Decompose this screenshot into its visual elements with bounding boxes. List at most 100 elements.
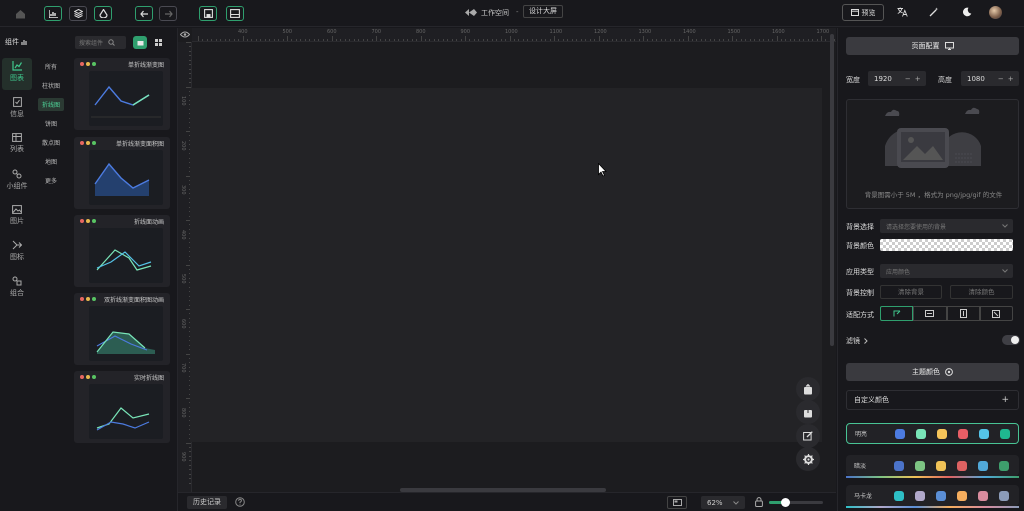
card-view-toggle[interactable] (133, 36, 147, 49)
avatar[interactable] (989, 6, 1002, 19)
filter-switch[interactable] (1002, 335, 1020, 345)
ruler-label: 500 (282, 29, 293, 35)
ruler-tick (189, 50, 191, 52)
subcategory-scatter[interactable]: 散点图 (38, 136, 64, 149)
ruler-tick (545, 39, 547, 41)
component-card[interactable]: 实时折线图 (74, 371, 170, 443)
export-button[interactable] (796, 377, 820, 401)
clear-background-button[interactable]: 清除背景 (880, 285, 942, 299)
project-name[interactable]: 设计大屏 (523, 5, 563, 18)
component-card[interactable]: 双折线渐变面积图动画 (74, 293, 170, 365)
zoom-value: 62% (707, 498, 723, 507)
subcategory-more[interactable]: 更多 (38, 174, 64, 187)
ruler-tick (780, 39, 782, 41)
subcategory-map[interactable]: 地图 (38, 155, 64, 168)
plus-icon[interactable]: + (915, 75, 921, 83)
clear-color-button[interactable]: 清除颜色 (950, 285, 1013, 299)
subcategory-line[interactable]: 折线图 (38, 98, 64, 111)
search-field[interactable]: 搜索组件 (75, 36, 126, 49)
lock-icon[interactable] (755, 497, 763, 507)
detail-setting-button[interactable] (94, 6, 112, 21)
ruler-label: 900 (180, 452, 186, 462)
ruler-tick (411, 39, 413, 41)
ruler-tick (416, 39, 418, 41)
category-widget[interactable]: 小组件 (0, 169, 34, 191)
search-input[interactable]: 搜索组件 (79, 38, 103, 47)
eye-icon[interactable] (178, 28, 192, 42)
fit-height-button[interactable] (946, 306, 980, 321)
zoom-select[interactable]: 62% (701, 496, 745, 509)
ruler-tick (789, 39, 791, 41)
theme-item-dim[interactable]: 暗淡 (846, 455, 1019, 476)
theme-color-tab[interactable]: 主题颜色 (846, 363, 1019, 381)
width-input[interactable]: 1920 − + (868, 71, 926, 86)
category-group[interactable]: 组合 (0, 276, 34, 298)
ruler-tick (211, 39, 213, 41)
redo-button[interactable] (159, 6, 177, 21)
settings-button[interactable] (796, 447, 820, 471)
theme-gradient-bar (846, 476, 1019, 478)
ruler-label: 900 (460, 29, 471, 35)
ruler-tick (638, 39, 640, 41)
category-image[interactable]: 图片 (0, 205, 34, 226)
undo-button[interactable] (135, 6, 153, 21)
workspace-label[interactable]: 工作空间 (481, 8, 509, 18)
history-button[interactable]: 历史记录 (187, 496, 227, 509)
page-config-tab[interactable]: 页面配置 (846, 37, 1019, 55)
download-button[interactable] (796, 400, 820, 424)
vertical-scrollbar[interactable] (830, 34, 834, 346)
magic-wand-icon[interactable] (929, 7, 939, 17)
height-input[interactable]: 1080 − + (961, 71, 1019, 86)
gear-icon (802, 453, 814, 465)
horizontal-scrollbar[interactable] (400, 488, 606, 492)
ruler-tick (393, 39, 395, 41)
subcategory-bar[interactable]: 柱状图 (38, 79, 64, 92)
minus-icon[interactable]: − (905, 75, 911, 83)
dark-mode-moon-icon[interactable] (962, 7, 972, 17)
apply-type-select[interactable]: 应用颜色 (880, 264, 1013, 278)
fit-width-button[interactable] (913, 306, 947, 321)
design-canvas[interactable] (190, 88, 822, 442)
minus-icon[interactable]: − (998, 75, 1004, 83)
ruler-tick (238, 39, 240, 41)
theme-item-bright[interactable]: 明亮 (846, 423, 1019, 444)
subcategory-pie[interactable]: 饼图 (38, 117, 64, 130)
language-icon[interactable] (897, 7, 908, 17)
fit-auto-button[interactable] (880, 306, 914, 321)
fit-mode-group (880, 306, 1013, 321)
ruler-tick (643, 36, 644, 41)
component-card[interactable]: 单折线渐变图 (74, 58, 170, 130)
save-button[interactable] (199, 6, 217, 21)
zoom-slider[interactable] (769, 498, 823, 507)
subcategory-all[interactable]: 所有 (38, 60, 64, 73)
minimap-toggle[interactable] (667, 496, 687, 509)
add-color-icon[interactable]: + (1001, 395, 1009, 405)
layers-icon[interactable] (69, 6, 87, 21)
help-icon[interactable] (235, 497, 245, 507)
ruler-tick (402, 39, 404, 41)
background-upload-area[interactable]: 背景图需小于 5M ，格式为 png/jpg/gif 的文件 (846, 99, 1019, 209)
custom-color-row[interactable]: 自定义颜色 + (846, 390, 1019, 410)
component-card[interactable]: 折线面动画 (74, 215, 170, 287)
import-button[interactable] (226, 6, 244, 21)
category-info[interactable]: 信息 (0, 97, 34, 119)
bg-color-picker[interactable] (880, 239, 1013, 251)
chart-layer-button[interactable] (44, 6, 62, 21)
component-card[interactable]: 单折线渐变面积图 (74, 137, 170, 209)
filter-toggle[interactable]: 滤镜 (846, 336, 868, 346)
bg-select-label: 背景选择 (846, 223, 874, 231)
theme-item-macaron[interactable]: 马卡龙 (846, 485, 1019, 506)
category-chart[interactable]: 图表 (2, 58, 32, 90)
category-icon[interactable]: 图标 (0, 240, 34, 262)
table-icon (12, 133, 22, 142)
theme-name: 明亮 (855, 431, 868, 438)
fit-full-button[interactable] (979, 306, 1013, 321)
category-list[interactable]: 列表 (0, 133, 34, 154)
grid-view-icon[interactable] (151, 36, 165, 49)
edit-button[interactable] (796, 424, 820, 448)
zoom-slider-handle[interactable] (781, 498, 790, 507)
bg-select-dropdown[interactable]: 请选择您要使用的背景 (880, 219, 1013, 233)
home-icon[interactable] (12, 6, 28, 21)
preview-button[interactable]: 预览 (842, 4, 884, 21)
plus-icon[interactable]: + (1008, 75, 1014, 83)
